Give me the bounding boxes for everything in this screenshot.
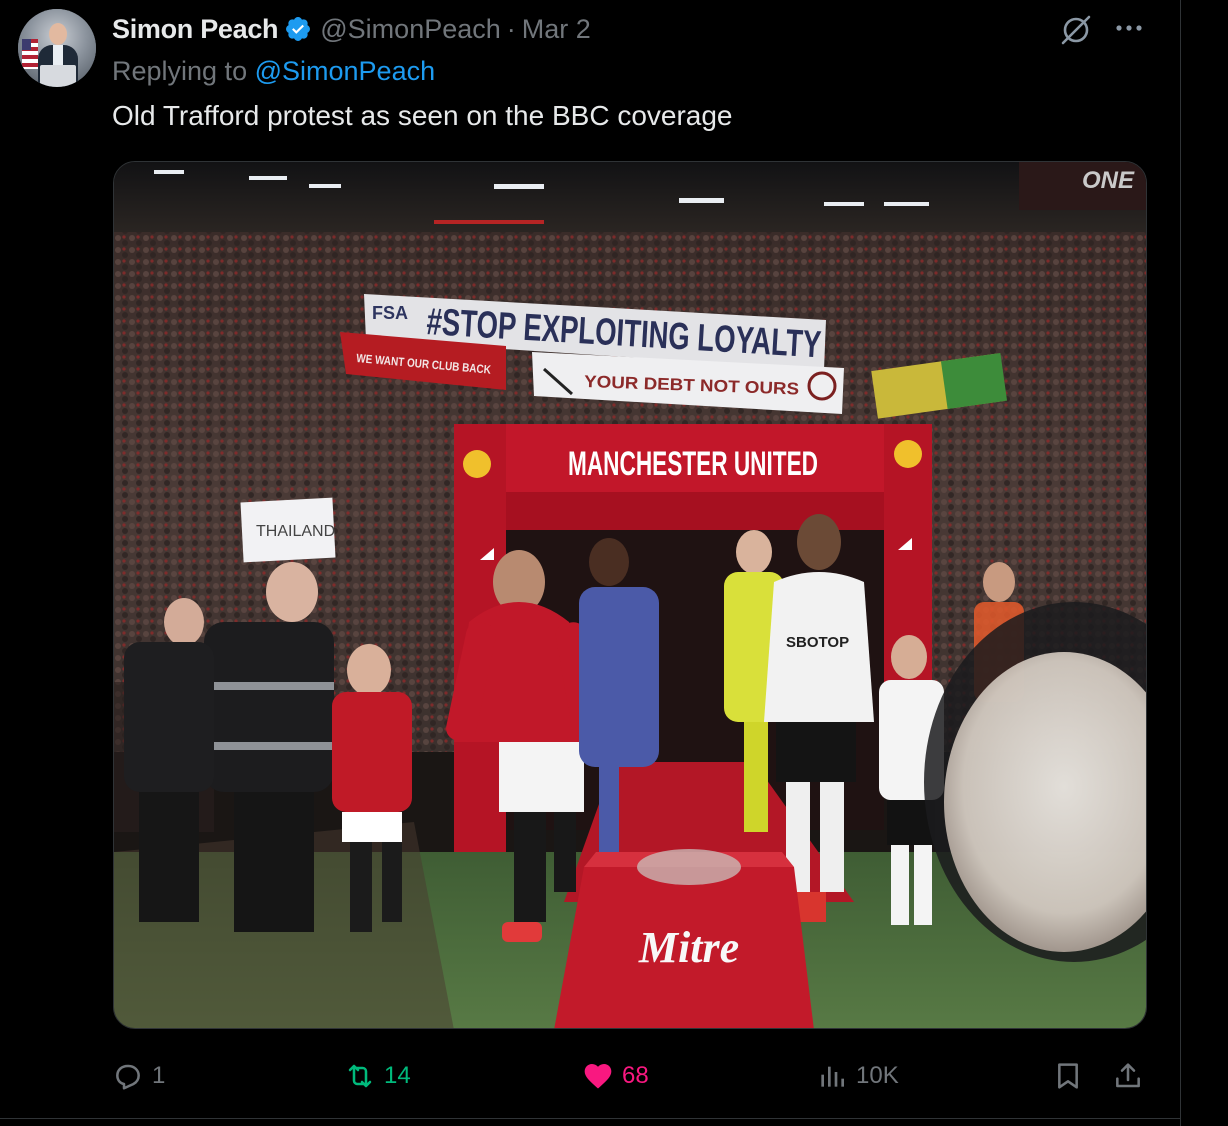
retweet-button[interactable]: 14 (344, 1056, 411, 1096)
stadium-photo: ONE FSA #STOP EXPLOITING LOYALTY WE WANT… (114, 162, 1146, 1028)
svg-text:THAILAND: THAILAND (256, 523, 335, 540)
share-button[interactable] (1112, 1056, 1152, 1096)
grok-icon[interactable] (1058, 12, 1094, 48)
tweet-date[interactable]: Mar 2 (522, 14, 591, 45)
author-handle[interactable]: @SimonPeach (320, 14, 501, 45)
reply-button[interactable]: 1 (112, 1056, 165, 1096)
avatar[interactable] (18, 9, 96, 87)
verified-badge-icon (286, 17, 311, 41)
bookmark-icon (1058, 1063, 1078, 1089)
views-icon (821, 1066, 844, 1087)
retweet-count: 14 (384, 1062, 411, 1089)
bookmark-button[interactable] (1052, 1056, 1092, 1096)
like-icon (584, 1064, 612, 1089)
like-button[interactable]: 68 (582, 1056, 649, 1096)
share-icon (1116, 1063, 1140, 1088)
reply-context: Replying to @SimonPeach (112, 56, 435, 87)
views-count: 10K (856, 1062, 899, 1089)
tweet-media-image[interactable]: ONE FSA #STOP EXPLOITING LOYALTY WE WANT… (113, 161, 1147, 1029)
one-sign: ONE (1082, 167, 1135, 194)
reply-count: 1 (152, 1062, 166, 1089)
tweet-divider (0, 1118, 1180, 1119)
column-divider (1180, 0, 1181, 1126)
svg-text:FSA: FSA (372, 303, 408, 323)
svg-text:MANCHESTER UNITED: MANCHESTER UNITED (568, 445, 818, 483)
thailand-sign: THAILAND (240, 497, 336, 563)
author-name[interactable]: Simon Peach (112, 14, 279, 45)
retweet-icon (348, 1064, 372, 1088)
views-button[interactable]: 10K (816, 1056, 899, 1096)
reply-prefix: Replying to (112, 56, 248, 86)
reply-mention-link[interactable]: @SimonPeach (255, 56, 436, 86)
date-separator: · (506, 13, 516, 44)
tweet-header: Simon Peach @SimonPeach · Mar 2 (112, 12, 591, 46)
like-count: 68 (622, 1062, 649, 1089)
svg-text:Mitre: Mitre (638, 923, 739, 972)
tweet-actions: 1 14 68 10K (112, 1056, 1152, 1096)
mitre-podium: Mitre (554, 849, 814, 1028)
tweet-text: Old Trafford protest as seen on the BBC … (112, 100, 733, 131)
reply-icon (116, 1064, 140, 1090)
sponsor-logo: SBOTOP (786, 634, 849, 651)
more-icon[interactable] (1112, 14, 1146, 42)
